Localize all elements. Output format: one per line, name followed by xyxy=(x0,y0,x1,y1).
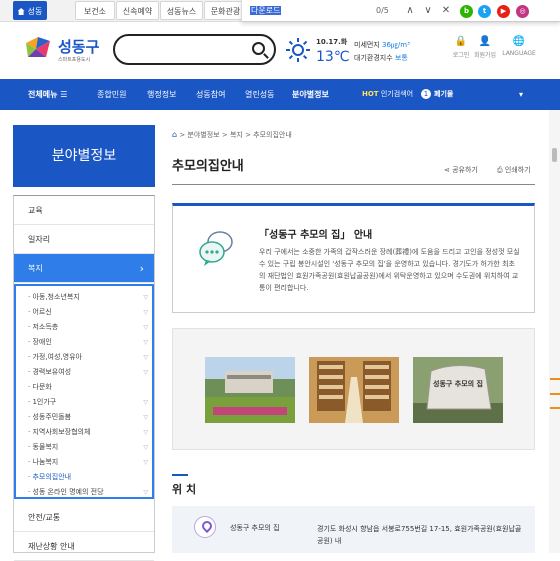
chat-bubbles-icon xyxy=(199,231,233,266)
tab-quick-reservation[interactable]: 신속예약 xyxy=(116,1,159,20)
seongdong-logo-icon[interactable] xyxy=(24,35,54,61)
scrollbar[interactable] xyxy=(549,110,560,553)
fine-dust-status: 미세먼지 36㎍/m³ xyxy=(354,41,410,49)
submenu-item[interactable]: 나눔복지▽ xyxy=(28,455,148,470)
find-input[interactable]: 다운로드 xyxy=(250,4,370,18)
submenu-item[interactable]: 다문화 xyxy=(28,380,148,395)
submenu-item[interactable]: 동물복지▽ xyxy=(28,440,148,455)
location-section-title: 위 치 xyxy=(172,483,197,496)
share-icon: ⋖ xyxy=(444,166,450,174)
home-icon xyxy=(17,8,25,15)
print-button[interactable]: ⎙ 인쇄하기 xyxy=(497,165,531,175)
sidebar-item-safety-traffic[interactable]: 안전/교통 xyxy=(14,503,154,532)
signup-button[interactable]: 👤 회원가입 xyxy=(466,36,504,59)
intro-box: 「성동구 추모의 집」 안내 우리 구에서는 소중한 가족의 갑작스러운 장례(… xyxy=(172,203,535,313)
location-box: 성동구 추모의 집 경기도 화성시 향남읍 서봉로755번길 17-15, 효원… xyxy=(172,506,535,553)
find-bar: 다운로드 0/5 ∧ ∨ ✕ b t ▶ ◎ xyxy=(241,0,560,22)
submenu-item[interactable]: 아동,청소년복지▽ xyxy=(28,290,148,305)
logo-subtitle: 스마트포용도시 xyxy=(58,57,91,63)
site-header: 성동구 스마트포용도시 10.17.화 13℃ 미세먼지 36㎍/m³ 대기환경… xyxy=(0,22,560,78)
submenu-item[interactable]: 성동 온라인 명예의 전당▽ xyxy=(28,485,148,500)
photo-memorial-stone[interactable] xyxy=(413,357,503,423)
youtube-icon[interactable]: ▶ xyxy=(497,5,510,18)
sidebar-item-jobs[interactable]: 일자리 xyxy=(14,225,154,254)
submenu-item[interactable]: 가정,여성,영유아▽ xyxy=(28,350,148,365)
intro-body: 우리 구에서는 소중한 가족의 갑작스러운 장례(葬禮)에 도움을 드리고 고인… xyxy=(259,248,520,292)
language-button[interactable]: 🌐 LANGUAGE xyxy=(500,36,538,57)
sidebar-item-education[interactable]: 교육 xyxy=(14,196,154,225)
find-close-button[interactable]: ✕ xyxy=(439,3,453,19)
share-button[interactable]: ⋖ 공유하기 xyxy=(444,165,478,175)
memorial-stone-inscription: 성동구 추모의 집 xyxy=(433,379,483,388)
submenu-item[interactable]: 1인가구▽ xyxy=(28,395,148,410)
sidebar-item-welfare[interactable]: 복지 xyxy=(14,254,154,283)
hot-keywords[interactable]: HOT 인기검색어 1 폐기물 xyxy=(362,79,453,110)
find-match-marker xyxy=(550,407,560,409)
nav-item-field-info[interactable]: 분야별정보 xyxy=(292,79,329,110)
sidebar-item-disaster[interactable]: 재난상황 안내 xyxy=(14,532,154,561)
find-match-marker xyxy=(550,378,560,380)
photo-interior[interactable] xyxy=(309,357,399,423)
location-address: 경기도 화성시 향남읍 서봉로755번길 17-15, 효원가족공원(효원납골공… xyxy=(317,525,522,545)
submenu-item[interactable]: 저소득층▽ xyxy=(28,320,148,335)
welfare-submenu: 아동,청소년복지▽ 어르신▽ 저소득층▽ 장애인▽ 가정,여성,영유아▽ 경력보… xyxy=(14,284,154,499)
section-accent xyxy=(172,474,188,476)
nav-item-civil-service[interactable]: 종합민원 xyxy=(97,79,126,110)
print-icon: ⎙ xyxy=(497,166,503,174)
globe-icon: 🌐 xyxy=(512,36,526,47)
sidebar-title: 분야별정보 xyxy=(13,125,155,187)
home-icon[interactable]: ⌂ xyxy=(172,130,177,139)
nav-item-participation[interactable]: 성동참여 xyxy=(196,79,225,110)
nav-item-admin-info[interactable]: 행정정보 xyxy=(147,79,176,110)
intro-heading: 「성동구 추모의 집」 안내 xyxy=(259,230,373,241)
submenu-item-current[interactable]: 추모의집안내 xyxy=(28,470,148,485)
photo-gallery: 성동구 추모의 집 xyxy=(172,328,535,450)
nav-item-open-seongdong[interactable]: 열린성동 xyxy=(245,79,274,110)
main-nav: 전체메뉴 ☰ 종합민원 행정정보 성동참여 열린성동 분야별정보 HOT 인기검… xyxy=(0,79,560,110)
find-prev-button[interactable]: ∧ xyxy=(403,3,417,19)
air-quality-index: 대기환경지수 보통 xyxy=(354,54,408,62)
sun-icon xyxy=(286,38,310,62)
tab-seongdong-gu[interactable]: 성동구청 xyxy=(13,1,47,35)
twitter-icon[interactable]: t xyxy=(478,5,491,18)
submenu-item[interactable]: 어르신▽ xyxy=(28,305,148,320)
submenu-item[interactable]: 경력보유여성▽ xyxy=(28,365,148,380)
hot-keywords-dropdown-icon[interactable]: ▾ xyxy=(519,79,523,110)
find-match-count: 0/5 xyxy=(376,6,389,15)
submenu-item[interactable]: 지역사회보장협의체▽ xyxy=(28,425,148,440)
scrollbar-thumb[interactable] xyxy=(552,148,557,162)
submenu-item[interactable]: 성동주민돌봄▽ xyxy=(28,410,148,425)
weather-date: 10.17.화 xyxy=(316,38,348,46)
logo-text[interactable]: 성동구 xyxy=(58,36,99,57)
tab-news[interactable]: 성동뉴스 xyxy=(160,1,203,20)
blog-icon[interactable]: b xyxy=(460,5,473,18)
weather-temperature: 13℃ xyxy=(316,49,350,65)
title-divider xyxy=(172,184,535,185)
instagram-icon[interactable]: ◎ xyxy=(516,5,529,18)
search-icon[interactable] xyxy=(252,42,265,55)
photo-exterior[interactable] xyxy=(205,357,295,423)
tab-health-center[interactable]: 보건소 xyxy=(75,1,115,20)
user-icon: 👤 xyxy=(478,36,492,47)
sidebar-menu: 교육 일자리 복지 아동,청소년복지▽ 어르신▽ 저소득층▽ 장애인▽ 가정,여… xyxy=(13,195,155,561)
breadcrumb: ⌂ > 분야별정보 > 복지 > 추모의집안내 xyxy=(172,130,292,139)
all-menu-button[interactable]: 전체메뉴 ☰ xyxy=(28,79,67,110)
submenu-item[interactable]: 장애인▽ xyxy=(28,335,148,350)
page-title: 추모의집안내 xyxy=(172,159,244,174)
find-next-button[interactable]: ∨ xyxy=(421,3,435,19)
location-name: 성동구 추모의 집 xyxy=(230,524,280,532)
map-pin-icon xyxy=(194,516,216,538)
search-input[interactable] xyxy=(113,34,276,65)
find-match-marker xyxy=(550,393,560,395)
